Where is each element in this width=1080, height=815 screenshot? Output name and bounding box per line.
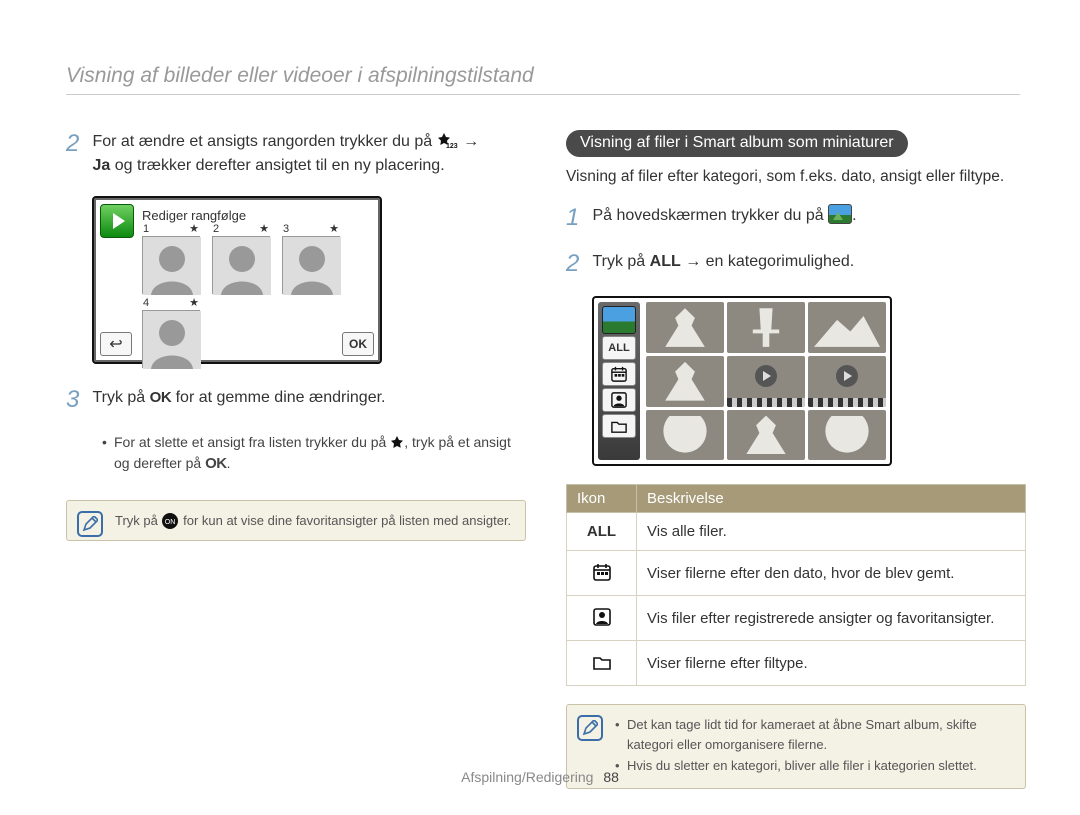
folder-icon [591,651,613,673]
cell-desc: Vis alle filer. [637,513,1026,551]
thumb-5-video[interactable] [727,356,805,407]
thumb-grid [646,302,886,460]
cell-desc: Viser filerne efter filtype. [637,641,1026,686]
section-desc: Visning af filer efter kategori, som f.e… [566,165,1026,188]
face-thumb-2[interactable]: 2 ★ [212,236,270,294]
table-row: Viser filerne efter den dato, hvor de bl… [567,551,1026,596]
play-mode-icon [100,204,134,238]
cat-all[interactable]: ALL [602,336,636,360]
ok-inline: OK [205,455,227,472]
r-step1-b: . [852,207,856,224]
rank-editor-screen: Rediger rangfølge 1 ★ 2 ★ 3 ★ [92,196,382,364]
step-1-right: 1 På hovedskærmen trykker du på . [566,204,1026,232]
table-row: Vis filer efter registrerede ansigter og… [567,596,1026,641]
face-num-4: 4 [143,297,149,309]
cat-folder[interactable] [602,414,636,438]
face-icon [591,606,613,628]
r-step2-a: Tryk på [592,253,649,270]
cell-icon-all: ALL [567,513,637,551]
step-2: 2 For at ændre et ansigts rangorden tryk… [66,130,526,178]
thumb-9[interactable] [808,410,886,461]
page-title: Visning af billeder eller videoer i afsp… [66,64,534,88]
star-icon: ★ [259,222,269,235]
thumb-3[interactable] [808,302,886,353]
step2-text-b: og trækker derefter ansigtet til en ny p… [110,157,444,174]
face-num-3: 3 [283,223,289,235]
face-num-2: 2 [213,223,219,235]
note-a: Tryk på [115,513,161,528]
step-2-right: 2 Tryk på ALL → en kategorimulighed. [566,250,1026,278]
cell-icon-calendar [567,551,637,596]
cell-desc: Viser filerne efter den dato, hvor de bl… [637,551,1026,596]
page-number: 88 [603,769,619,785]
category-sidebar: ALL [598,302,640,460]
thumb-2[interactable] [727,302,805,353]
note-icon [77,511,103,537]
thumb-7[interactable] [646,410,724,461]
ok-button[interactable]: OK [342,332,374,356]
th-desc: Beskrivelse [637,485,1026,513]
ok-inline: OK [150,389,172,406]
step-number-2: 2 [66,130,88,158]
thumb-4[interactable] [646,356,724,407]
note-box-left: Tryk på for kun at vise dine favoritansi… [66,500,526,542]
arrow-text: → [459,133,479,150]
note-icon [577,715,603,741]
cell-icon-face [567,596,637,641]
screen-title: Rediger rangfølge [142,208,246,223]
step-3: 3 Tryk på OK for at gemme dine ændringer… [66,386,526,414]
th-icon: Ikon [567,485,637,513]
section-pill: Visning af filer i Smart album som minia… [566,130,908,157]
right-column: Visning af filer i Smart album som minia… [566,130,1026,789]
bullet-c: . [227,455,231,471]
gallery-thumb-icon[interactable] [602,306,636,334]
bullet-a: For at slette et ansigt fra listen trykk… [114,434,390,450]
table-row: ALL Vis alle filer. [567,513,1026,551]
thumb-8[interactable] [727,410,805,461]
step-number-3: 3 [66,386,88,414]
face-num-1: 1 [143,223,149,235]
note-b: for kun at vise dine favoritansigter på … [179,513,511,528]
rule [66,94,1020,95]
cell-icon-folder [567,641,637,686]
star-icon: ★ [329,222,339,235]
cell-desc: Vis filer efter registrerede ansigter og… [637,596,1026,641]
step3-bullet: For at slette et ansigt fra listen trykk… [102,432,526,476]
play-icon [755,365,777,387]
on-toggle-icon [161,513,179,528]
step3-text-b: for at gemme dine ændringer. [171,389,385,406]
step2-text-a: For at ændre et ansigts rangorden trykke… [92,133,436,150]
back-button[interactable]: ↩ [100,332,132,356]
star-icon [390,434,404,450]
footer: Afspilning/Redigering 88 [0,769,1080,785]
calendar-icon [591,561,613,583]
face-thumb-3[interactable]: 3 ★ [282,236,340,294]
thumb-1[interactable] [646,302,724,353]
note-item-1: Det kan tage lidt tid for kameraet at åb… [615,715,1013,754]
thumb-6-video[interactable] [808,356,886,407]
step2-ja: Ja [92,157,110,174]
step-number-r2: 2 [566,250,588,278]
cat-date[interactable] [602,362,636,386]
star-icon: ★ [189,222,199,235]
step3-text-a: Tryk på [92,389,149,406]
gallery-icon [828,204,852,224]
icon-table: Ikon Beskrivelse ALL Vis alle filer. Vis… [566,484,1026,686]
star-123-icon [437,133,459,150]
footer-section: Afspilning/Redigering [461,769,593,785]
play-icon [836,365,858,387]
cat-face[interactable] [602,388,636,412]
all-label: ALL [650,253,681,270]
step-number-1: 1 [566,204,588,232]
r-step2-b: → en kategorimulighed. [681,253,854,270]
star-icon: ★ [189,296,199,309]
face-thumb-1[interactable]: 1 ★ [142,236,200,294]
left-column: 2 For at ændre et ansigts rangorden tryk… [66,130,526,789]
r-step1-a: På hovedskærmen trykker du på [592,207,828,224]
face-thumb-4[interactable]: 4 ★ [142,310,200,368]
table-row: Viser filerne efter filtype. [567,641,1026,686]
smart-album-screen: ALL [592,296,892,466]
